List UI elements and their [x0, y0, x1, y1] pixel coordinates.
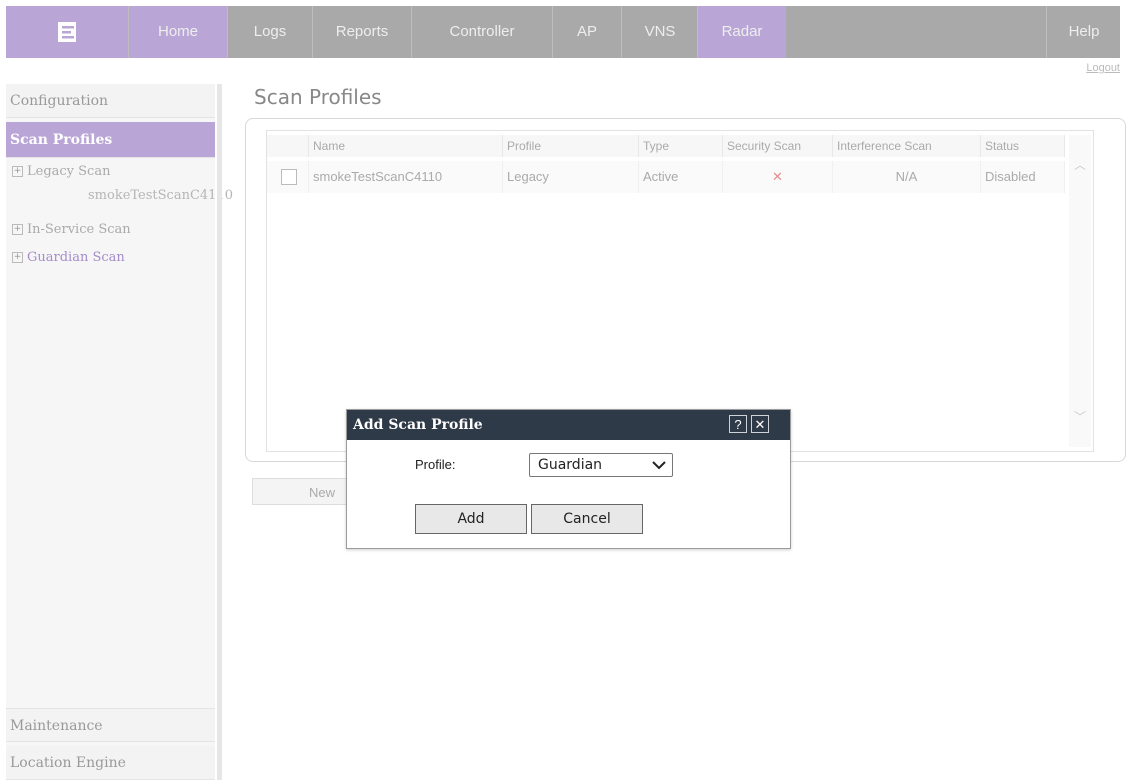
cell-interference-scan: N/A	[833, 161, 981, 193]
table-scrollbar[interactable]: ︿ ﹀	[1069, 135, 1091, 447]
header-status[interactable]: Status	[981, 135, 1065, 157]
tree-item-legacy-scan[interactable]: + Legacy Scan	[12, 164, 110, 179]
nav-home[interactable]: Home	[128, 6, 227, 58]
sidebar: Configuration Scan Profiles + Legacy Scan…	[6, 84, 233, 780]
logo-icon	[58, 22, 76, 42]
expand-icon[interactable]: +	[12, 224, 23, 235]
header-interference-scan[interactable]: Interference Scan	[833, 135, 981, 157]
header-security-scan[interactable]: Security Scan	[723, 135, 833, 157]
top-nav: Home Logs Reports Controller AP VNS Rada…	[6, 6, 1120, 58]
tree-label: In-Service Scan	[27, 222, 131, 237]
nav-radar[interactable]: Radar	[697, 6, 786, 58]
sidebar-configuration[interactable]: Configuration	[6, 84, 215, 118]
help-icon[interactable]: ?	[729, 415, 747, 433]
nav-logs[interactable]: Logs	[227, 6, 312, 58]
cell-name: smokeTestScanC4110	[309, 161, 503, 193]
sidebar-location-engine[interactable]: Location Engine	[6, 746, 215, 780]
profile-select[interactable]: Guardian	[529, 453, 673, 477]
header-name[interactable]: Name	[309, 135, 503, 157]
nav-help[interactable]: Help	[1046, 6, 1121, 58]
header-select	[267, 135, 309, 157]
row-checkbox[interactable]	[281, 169, 297, 185]
header-type[interactable]: Type	[639, 135, 723, 157]
cell-security-scan: ✕	[723, 161, 833, 193]
cancel-button[interactable]: Cancel	[531, 504, 643, 534]
table-row[interactable]: smokeTestScanC4110 Legacy Active ✕ N/A D…	[267, 161, 1065, 193]
sidebar-scan-profiles[interactable]: Scan Profiles	[6, 122, 215, 158]
nav-reports[interactable]: Reports	[312, 6, 411, 58]
logout-link[interactable]: Logout	[1086, 62, 1120, 74]
page-title: Scan Profiles	[254, 85, 382, 109]
chevron-up-icon[interactable]: ︿	[1074, 159, 1086, 171]
tree-item-smoketest[interactable]: smokeTestScanC4110	[88, 188, 233, 203]
tree-item-guardian-scan[interactable]: + Guardian Scan	[12, 250, 125, 265]
expand-icon[interactable]: +	[12, 252, 23, 263]
add-scan-profile-dialog: Add Scan Profile ? ✕ Profile: Guardian A…	[346, 409, 791, 549]
sidebar-splitter[interactable]	[217, 84, 222, 780]
close-icon[interactable]: ✕	[751, 415, 769, 433]
nav-vns[interactable]: VNS	[621, 6, 698, 58]
expand-icon[interactable]: +	[12, 166, 23, 177]
chevron-down-icon	[652, 461, 666, 470]
nav-controller[interactable]: Controller	[411, 6, 552, 58]
sidebar-maintenance[interactable]: Maintenance	[6, 708, 215, 742]
cell-profile: Legacy	[503, 161, 639, 193]
profile-select-value: Guardian	[538, 457, 603, 473]
cell-type: Active	[639, 161, 723, 193]
add-button[interactable]: Add	[415, 504, 527, 534]
chevron-down-icon[interactable]: ﹀	[1074, 411, 1086, 423]
dialog-title: Add Scan Profile	[347, 410, 790, 440]
cell-status: Disabled	[981, 161, 1065, 193]
header-profile[interactable]: Profile	[503, 135, 639, 157]
row-select-cell	[267, 161, 309, 193]
tree-label: Guardian Scan	[27, 250, 125, 265]
nav-ap[interactable]: AP	[552, 6, 621, 58]
profile-label: Profile:	[415, 457, 456, 472]
tree-label: Legacy Scan	[27, 164, 111, 179]
logo[interactable]	[6, 6, 128, 58]
table-header: Name Profile Type Security Scan Interfer…	[267, 135, 1065, 157]
profiles-table: Name Profile Type Security Scan Interfer…	[266, 130, 1094, 452]
tree-item-in-service-scan[interactable]: + In-Service Scan	[12, 222, 131, 237]
